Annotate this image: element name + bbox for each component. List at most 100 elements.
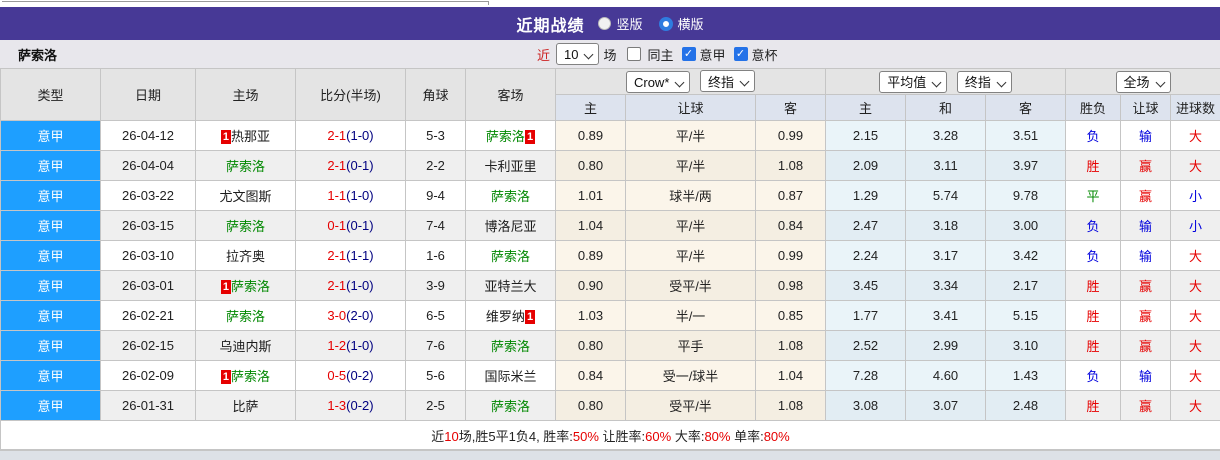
home-team-name: 尤文图斯 — [219, 189, 272, 204]
home-team-cell: 萨索洛 — [195, 150, 296, 181]
results-tbody: 意甲 26-04-12 1 热那亚 2-1(1-0) 5-3 萨索洛 1 0.89 … — [0, 120, 1220, 421]
full-time-score: 1-1 — [327, 188, 347, 203]
radio-option-horizontal[interactable]: 横版 — [658, 14, 704, 33]
away-team-name: 博洛尼亚 — [484, 219, 537, 234]
same-home-checkbox[interactable] — [626, 47, 641, 61]
score-cell: 1-2(1-0) — [295, 330, 406, 361]
away-odds: 0.85 — [754, 300, 827, 331]
match-date: 26-02-15 — [100, 330, 196, 361]
away-odds: 0.84 — [754, 210, 827, 241]
table-row: 意甲 26-02-09 1 萨索洛 0-5(0-2) 5-6 国际米兰 0.84 … — [0, 360, 1220, 391]
home-odds: 1.01 — [555, 180, 626, 211]
summary-single-rate: 80% — [763, 428, 790, 444]
score-cell: 1-1(1-0) — [295, 180, 406, 211]
avg-draw-odds: 2.99 — [905, 330, 987, 361]
avg-home-odds: 3.45 — [825, 270, 907, 301]
radio-unchecked-icon[interactable] — [598, 17, 612, 30]
match-date: 26-02-09 — [100, 360, 196, 391]
table-row: 意甲 26-02-21 萨索洛 3-0(2-0) 6-5 维罗纳 1 1.03 半… — [0, 300, 1220, 331]
corner-count: 2-2 — [405, 150, 466, 181]
table-row: 意甲 26-01-31 比萨 1-3(0-2) 2-5 萨索洛 0.80 受平/… — [0, 390, 1220, 421]
avg-away-odds: 3.51 — [985, 120, 1067, 151]
half-time-score: (0-2) — [346, 398, 374, 413]
home-team-name: 萨索洛 — [225, 219, 265, 234]
radio-option-vertical[interactable]: 竖版 — [598, 14, 643, 33]
bookmaker-group-cell: Crow* 终指 — [554, 68, 827, 95]
avg-draw-odds: 3.41 — [905, 300, 987, 331]
avg-draw-odds: 3.17 — [905, 240, 987, 271]
table-row: 意甲 26-03-10 拉齐奥 2-1(1-1) 1-6 萨索洛 0.89 平/… — [0, 240, 1220, 271]
average-select[interactable]: 平均值 — [879, 70, 948, 93]
handicap-line: 受一/球半 — [625, 360, 756, 391]
serie-a-label: 意甲 — [699, 47, 726, 63]
goals-result: 小 — [1170, 210, 1220, 241]
avg-away-odds: 9.78 — [985, 180, 1067, 211]
wdl-result: 胜 — [1065, 270, 1122, 301]
away-odds: 1.08 — [754, 150, 827, 181]
home-team-name: 萨索洛 — [231, 369, 271, 384]
home-team-cell: 1 萨索洛 — [195, 270, 296, 301]
odds-stage-select-1-value: 终指 — [708, 74, 735, 90]
away-odds: 1.08 — [754, 330, 827, 361]
half-time-score: (0-2) — [346, 368, 374, 383]
panel-title: 近期战绩 — [516, 17, 585, 35]
odds-stage-select-1[interactable]: 终指 — [700, 70, 756, 92]
result-group-cell: 全场 — [1065, 68, 1220, 95]
avg-home-odds: 3.08 — [825, 390, 907, 421]
home-odds: 1.03 — [555, 300, 626, 331]
home-team-cell: 1 萨索洛 — [195, 360, 296, 391]
home-odds: 0.90 — [555, 270, 626, 301]
away-odds: 0.99 — [754, 240, 827, 271]
home-team-cell: 尤文图斯 — [195, 180, 296, 211]
filter-controls: 近 10 场 同主 ✓ 意甲 ✓ 意杯 — [537, 40, 778, 68]
summary-count: 10 — [444, 428, 459, 444]
corner-count: 1-6 — [405, 240, 466, 271]
home-team-name: 萨索洛 — [225, 159, 265, 174]
handicap-line: 受平/半 — [625, 390, 756, 421]
serie-a-checkbox[interactable]: ✓ — [681, 47, 696, 61]
score-cell: 0-5(0-2) — [295, 360, 406, 391]
top-strip — [0, 0, 1220, 7]
recent-results-panel: 近期战绩 竖版 横版 萨索洛 近 10 场 同主 ✓ 意甲 ✓ 意杯 类型 日期… — [0, 0, 1220, 460]
summary-handicap-label: 让胜率: — [598, 428, 646, 444]
match-count-select[interactable]: 10 — [556, 43, 600, 65]
subcol-handicap-result: 让球 — [1120, 94, 1172, 121]
home-team-name: 拉齐奥 — [225, 249, 265, 264]
table-row: 意甲 26-04-12 1 热那亚 2-1(1-0) 5-3 萨索洛 1 0.89 … — [0, 120, 1220, 151]
red-card-badge: 1 — [220, 370, 232, 384]
bookmaker-select[interactable]: Crow* — [625, 71, 691, 93]
away-team-cell: 博洛尼亚 — [465, 210, 556, 241]
full-match-select[interactable]: 全场 — [1115, 70, 1171, 93]
home-odds: 0.89 — [555, 120, 626, 151]
full-match-select-value: 全场 — [1123, 75, 1150, 90]
away-odds: 0.99 — [754, 120, 827, 151]
home-odds: 0.80 — [555, 150, 626, 181]
avg-home-odds: 2.52 — [825, 330, 907, 361]
score-cell: 1-3(0-2) — [295, 390, 406, 421]
avg-draw-odds: 3.34 — [905, 270, 987, 301]
col-header-date: 日期 — [100, 68, 196, 121]
league-badge: 意甲 — [0, 270, 101, 301]
radio-checked-icon[interactable] — [658, 16, 673, 31]
league-badge: 意甲 — [0, 330, 101, 361]
results-table: 类型 日期 主场 比分(半场) 角球 客场 Crow* 终指 平均值 终指 全场 — [0, 68, 1220, 450]
avg-home-odds: 2.24 — [825, 240, 907, 271]
odds-stage-select-2[interactable]: 终指 — [956, 70, 1012, 93]
wdl-result: 胜 — [1065, 330, 1122, 361]
subcol-handicap: 让球 — [625, 94, 756, 121]
away-team-cell: 国际米兰 — [465, 360, 556, 391]
goals-result: 大 — [1170, 240, 1220, 271]
goals-result: 大 — [1170, 300, 1220, 331]
wdl-result: 胜 — [1065, 390, 1122, 421]
match-date: 26-01-31 — [100, 390, 196, 421]
avg-away-odds: 3.42 — [985, 240, 1067, 271]
italy-cup-label: 意杯 — [751, 47, 778, 63]
corner-count: 6-5 — [405, 300, 466, 331]
home-team-cell: 拉齐奥 — [195, 240, 296, 271]
radio-label-horizontal: 横版 — [677, 17, 704, 32]
goals-result: 大 — [1170, 270, 1220, 301]
match-date: 26-03-10 — [100, 240, 196, 271]
average-select-value: 平均值 — [887, 75, 927, 90]
italy-cup-checkbox[interactable]: ✓ — [733, 47, 748, 61]
table-row: 意甲 26-04-04 萨索洛 2-1(0-1) 2-2 卡利亚里 0.80 平… — [0, 150, 1220, 181]
